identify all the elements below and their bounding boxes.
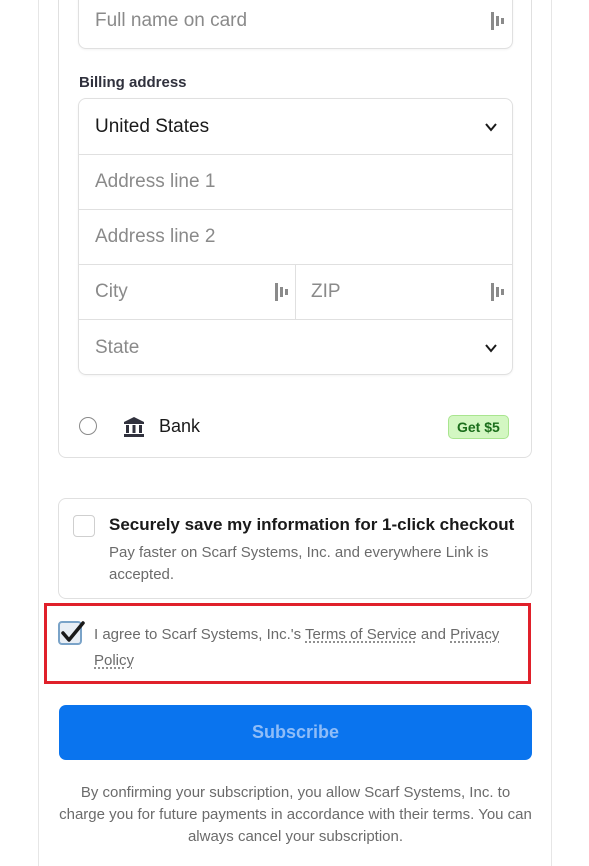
terms-checkbox[interactable] xyxy=(58,621,85,645)
city-input[interactable]: City xyxy=(79,265,296,319)
cardholder-name-input[interactable]: Full name on card xyxy=(78,0,513,49)
bank-icon xyxy=(124,417,144,437)
country-select[interactable]: United States xyxy=(79,99,512,155)
terms-text: I agree to Scarf Systems, Inc.'s Terms o… xyxy=(94,622,524,674)
save-info-description: Pay faster on Scarf Systems, Inc. and ev… xyxy=(109,544,489,583)
state-placeholder: State xyxy=(95,337,140,358)
chevron-down-icon xyxy=(485,123,497,132)
city-placeholder: City xyxy=(95,281,128,302)
zip-placeholder: ZIP xyxy=(311,281,341,302)
chevron-down-icon xyxy=(485,344,497,353)
checkmark-icon xyxy=(61,621,85,642)
address-line-2-placeholder: Address line 2 xyxy=(95,226,216,247)
bank-label: Bank xyxy=(159,416,201,436)
subscribe-button[interactable]: Subscribe xyxy=(59,705,532,760)
address-line-1-input[interactable]: Address line 1 xyxy=(79,155,512,210)
cardholder-name-placeholder: Full name on card xyxy=(95,9,248,31)
billing-address-label: Billing address xyxy=(79,74,187,91)
save-info-checkbox[interactable] xyxy=(73,515,95,537)
frame-border-right xyxy=(551,0,552,866)
link-save-panel: Securely save my information for 1-click… xyxy=(58,498,532,599)
address-line-2-input[interactable]: Address line 2 xyxy=(79,210,512,265)
autofill-icon xyxy=(491,12,505,30)
save-info-title: Securely save my information for 1-click… xyxy=(109,515,515,534)
autofill-icon xyxy=(491,283,505,301)
subscription-disclaimer: By confirming your subscription, you all… xyxy=(59,784,532,845)
terms-prefix: I agree to Scarf Systems, Inc.'s xyxy=(94,626,306,643)
country-value: United States xyxy=(95,115,210,137)
zip-input[interactable]: ZIP xyxy=(296,265,512,319)
frame-border-left xyxy=(38,0,39,866)
state-select[interactable]: State xyxy=(79,320,512,374)
city-zip-row: City ZIP xyxy=(79,265,512,320)
address-line-1-placeholder: Address line 1 xyxy=(95,171,216,192)
bank-radio[interactable] xyxy=(79,417,97,435)
terms-and: and xyxy=(416,626,451,643)
billing-address-group: United States Address line 1 Address lin… xyxy=(78,98,513,375)
autofill-icon xyxy=(275,283,289,301)
bank-promo-badge: Get $5 xyxy=(448,415,509,439)
bank-payment-option[interactable]: Bank Get $5 xyxy=(59,398,531,456)
terms-of-service-link[interactable]: Terms of Service xyxy=(305,626,417,643)
